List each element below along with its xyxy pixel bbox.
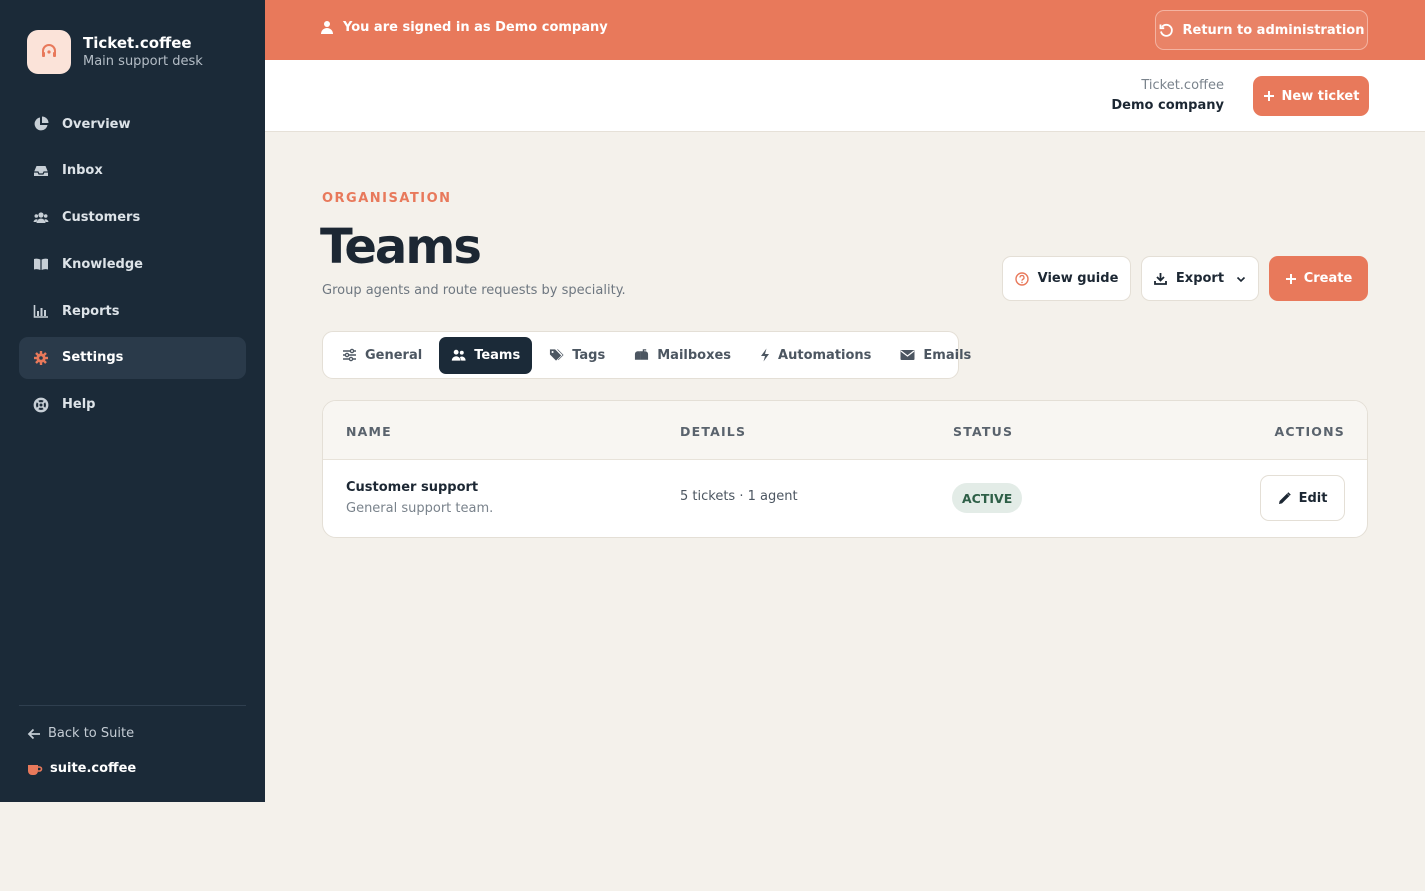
return-to-administration-label: Return to administration: [1182, 22, 1365, 38]
edit-label: Edit: [1298, 490, 1328, 506]
impersonation-banner: You are signed in as Demo company Return…: [265, 0, 1425, 60]
banner-message-text: You are signed in as Demo company: [343, 20, 608, 35]
tab-general[interactable]: General: [330, 337, 434, 374]
pie-chart-icon: [34, 116, 49, 131]
top-bar: Ticket.coffee Demo company New ticket: [265, 60, 1425, 132]
tab-label: Teams: [474, 347, 521, 363]
sidebar-item-customers[interactable]: Customers: [19, 197, 246, 239]
tags-icon: [550, 349, 564, 361]
back-to-suite-link[interactable]: Back to Suite: [27, 726, 134, 741]
create-label: Create: [1303, 271, 1353, 286]
brand-name: Ticket.coffee: [83, 34, 192, 52]
back-to-suite-label: Back to Suite: [48, 726, 135, 741]
column-header-status: STATUS: [953, 424, 1014, 439]
teams-table: NAME DETAILS STATUS ACTIONS Customer sup…: [322, 400, 1368, 538]
users-icon: [33, 211, 49, 223]
tab-label: General: [365, 347, 423, 363]
tab-emails[interactable]: Emails: [888, 337, 983, 374]
sidebar-item-label: Customers: [62, 210, 141, 226]
new-ticket-label: New ticket: [1281, 88, 1360, 104]
tab-teams[interactable]: Teams: [439, 336, 533, 374]
tab-mailboxes[interactable]: Mailboxes: [622, 337, 743, 374]
coffee-cup-icon: [28, 764, 43, 775]
book-icon: [34, 258, 48, 271]
table-row: Customer support General support team. 5…: [323, 460, 1367, 537]
team-name: Customer support: [346, 480, 479, 495]
inbox-icon: [34, 165, 48, 176]
sidebar: Ticket.coffee Main support desk Overview…: [0, 0, 265, 802]
users-icon: [451, 349, 466, 361]
suite-logo[interactable]: suite.coffee: [27, 761, 136, 776]
banner-message: You are signed in as Demo company: [320, 20, 608, 35]
account-info[interactable]: Ticket.coffee Demo company: [1111, 76, 1224, 116]
view-guide-button[interactable]: View guide: [1002, 256, 1131, 301]
page-eyebrow: ORGANISATION: [322, 191, 452, 206]
brand-subtitle: Main support desk: [83, 54, 203, 69]
team-description: General support team.: [346, 501, 494, 516]
column-header-name: NAME: [346, 424, 392, 439]
tab-tags[interactable]: Tags: [537, 337, 617, 374]
account-company-name: Demo company: [1111, 98, 1224, 113]
download-icon: [1154, 273, 1167, 285]
sidebar-item-label: Inbox: [62, 163, 103, 179]
team-details: 5 tickets · 1 agent: [680, 489, 798, 504]
export-label: Export: [1175, 271, 1225, 286]
settings-tabs: General Teams Tags Mailboxes Automations…: [322, 331, 971, 379]
sidebar-item-inbox[interactable]: Inbox: [19, 150, 246, 192]
new-ticket-button[interactable]: New ticket: [1253, 76, 1369, 116]
user-icon: [321, 21, 333, 34]
plus-icon: [1263, 91, 1274, 101]
plus-icon: [1285, 273, 1296, 284]
sidebar-nav: Overview Inbox Customers Knowledge Repor…: [19, 103, 246, 431]
column-header-actions: ACTIONS: [1274, 424, 1345, 439]
bolt-icon: [761, 348, 770, 362]
tab-label: Automations: [778, 347, 872, 363]
envelope-icon: [900, 350, 915, 360]
sidebar-item-help[interactable]: Help: [19, 384, 246, 426]
create-team-button[interactable]: Create: [1269, 256, 1368, 301]
mailbox-icon: [635, 349, 649, 360]
page-title: Teams: [320, 219, 482, 275]
help-circle-icon: [1014, 271, 1029, 286]
page-subtitle: Group agents and route requests by speci…: [322, 283, 626, 298]
pencil-icon: [1278, 491, 1291, 504]
sidebar-item-knowledge[interactable]: Knowledge: [19, 243, 246, 285]
sidebar-divider: [19, 705, 246, 706]
team-name-cell: Customer support General support team.: [346, 478, 493, 519]
chevron-down-icon: [1236, 276, 1246, 282]
bar-chart-icon: [33, 305, 48, 318]
tab-label: Emails: [923, 347, 972, 363]
arrow-left-icon: [27, 728, 40, 739]
sidebar-item-label: Help: [62, 397, 96, 413]
brand[interactable]: Ticket.coffee Main support desk: [27, 30, 203, 74]
tab-label: Mailboxes: [657, 347, 732, 363]
sidebar-item-overview[interactable]: Overview: [19, 103, 246, 145]
sidebar-item-label: Overview: [62, 116, 131, 132]
lifebuoy-icon: [33, 397, 49, 413]
undo-icon: [1159, 23, 1173, 37]
edit-team-button[interactable]: Edit: [1260, 475, 1345, 521]
export-dropdown-button[interactable]: Export: [1141, 256, 1259, 301]
headset-icon: [27, 30, 71, 74]
sidebar-item-label: Knowledge: [62, 256, 143, 272]
column-header-details: DETAILS: [680, 424, 747, 439]
status-badge: ACTIVE: [952, 483, 1023, 513]
tab-automations[interactable]: Automations: [748, 337, 883, 374]
sidebar-item-label: Reports: [62, 303, 120, 319]
sliders-icon: [343, 348, 356, 362]
sidebar-item-settings[interactable]: Settings: [19, 336, 246, 379]
sidebar-item-reports[interactable]: Reports: [19, 290, 246, 332]
view-guide-label: View guide: [1037, 271, 1119, 286]
account-app-name: Ticket.coffee: [1141, 78, 1224, 93]
return-to-administration-button[interactable]: Return to administration: [1155, 10, 1368, 50]
gear-icon: [34, 350, 48, 365]
suite-label: suite.coffee: [50, 761, 137, 776]
sidebar-item-label: Settings: [62, 350, 124, 366]
table-header: NAME DETAILS STATUS ACTIONS: [323, 401, 1367, 460]
tab-label: Tags: [572, 347, 606, 363]
